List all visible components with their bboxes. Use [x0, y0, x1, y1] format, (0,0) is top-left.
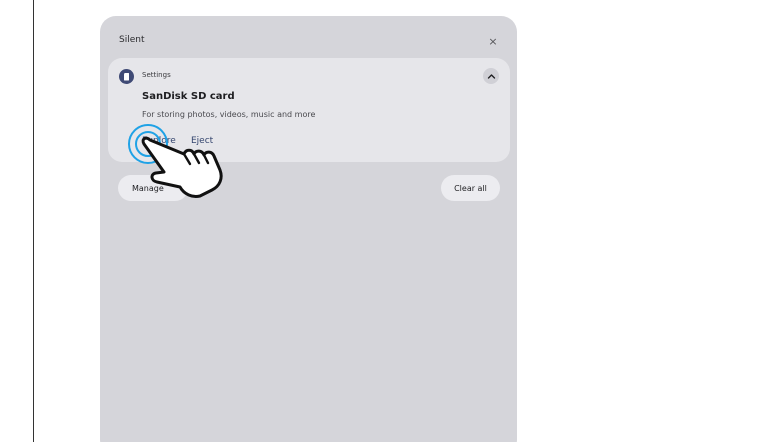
- notification-title: SanDisk SD card: [142, 91, 235, 102]
- sd-card-icon: [119, 69, 134, 84]
- hand-pointer-icon: [141, 136, 223, 198]
- app-name: Settings: [142, 71, 171, 79]
- section-title: Silent: [119, 35, 145, 45]
- notification-shade: Silent × Settings SanDisk SD card For st…: [100, 16, 517, 442]
- screen: Silent × Settings SanDisk SD card For st…: [0, 0, 766, 442]
- notification-body: For storing photos, videos, music and mo…: [142, 110, 316, 119]
- clear-all-button[interactable]: Clear all: [441, 175, 500, 201]
- close-icon[interactable]: ×: [484, 32, 502, 50]
- chevron-up-icon[interactable]: [483, 68, 499, 84]
- left-divider-line: [33, 0, 34, 442]
